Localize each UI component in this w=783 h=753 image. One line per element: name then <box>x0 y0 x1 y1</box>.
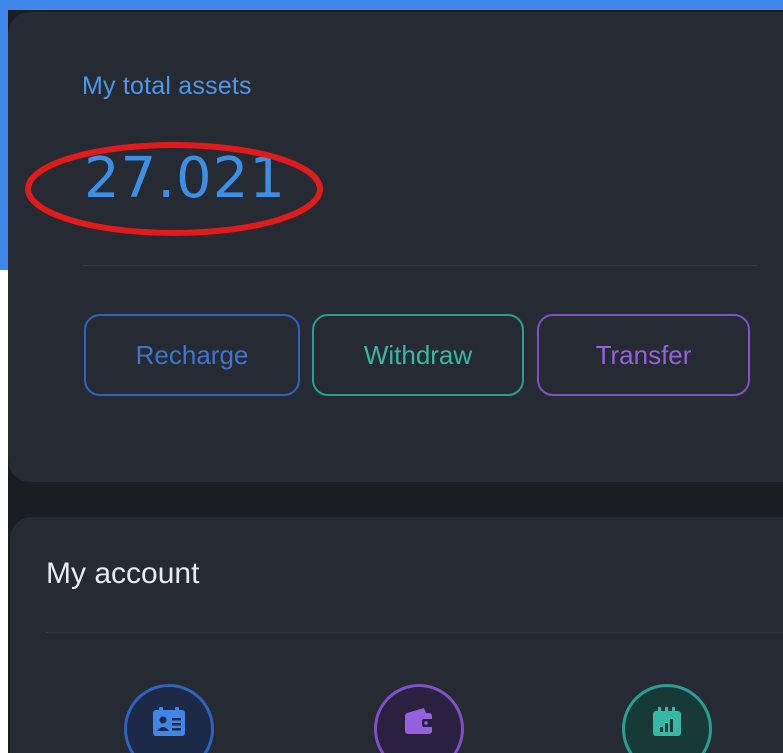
top-accent-bar <box>0 0 783 10</box>
transfer-button[interactable]: Transfer <box>537 314 750 396</box>
left-accent-bar <box>0 0 8 270</box>
app-screen: My total assets 27.021 Recharge Withdraw… <box>0 0 783 753</box>
calendar-chart-icon <box>653 707 681 736</box>
withdraw-button[interactable]: Withdraw <box>312 314 524 396</box>
wallet-icon <box>405 708 433 734</box>
recharge-button[interactable]: Recharge <box>84 314 300 396</box>
total-assets-value: 27.021 <box>84 146 286 211</box>
profile-card-icon <box>153 707 185 736</box>
my-account-title: My account <box>46 557 200 590</box>
total-assets-label: My total assets <box>82 72 252 100</box>
assets-divider <box>82 265 758 266</box>
account-divider <box>46 632 783 633</box>
